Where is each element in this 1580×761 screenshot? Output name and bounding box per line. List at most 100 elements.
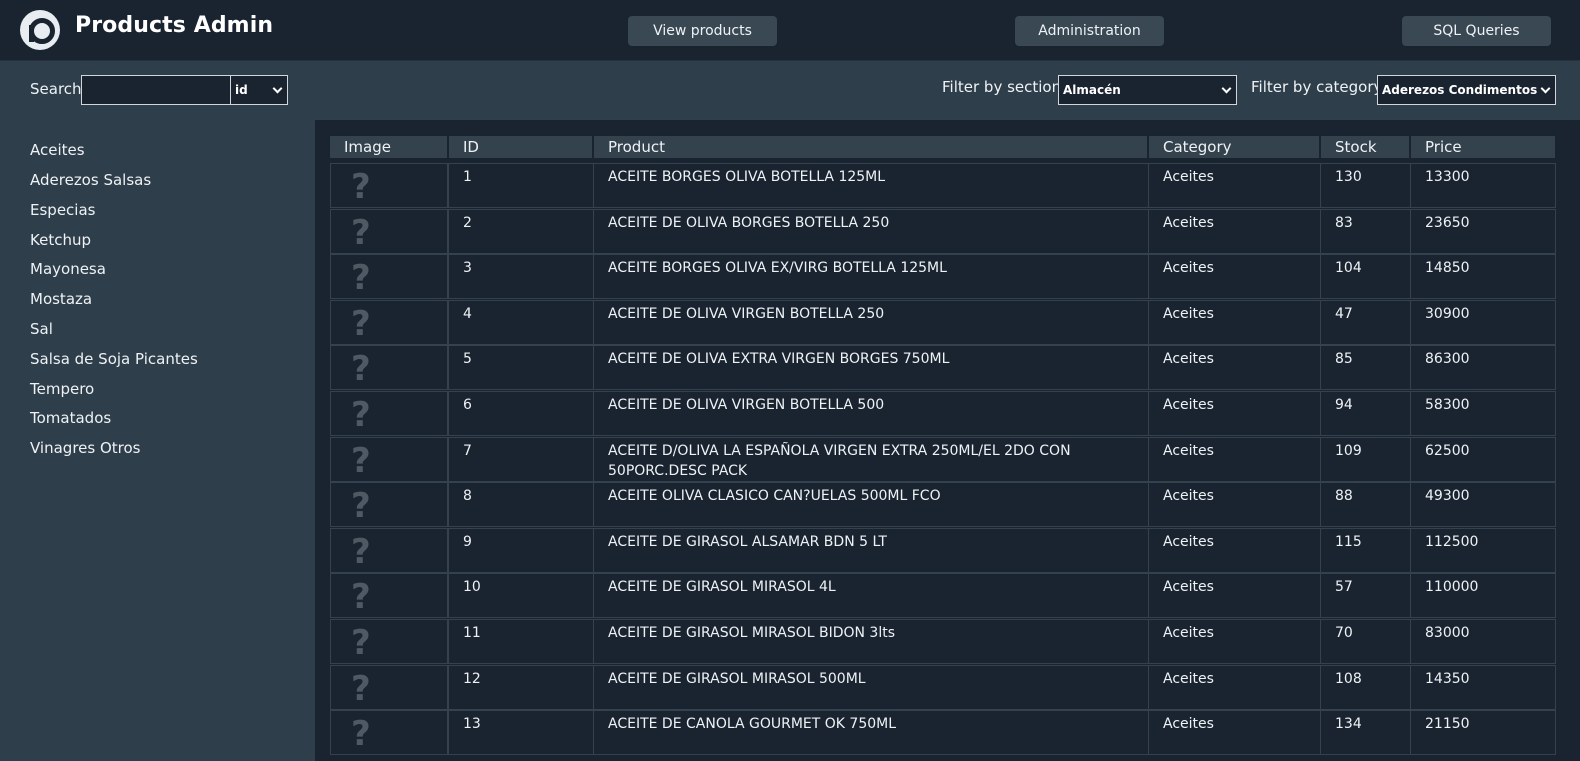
cell-product: ACEITE D/OLIVA LA ESPAÑOLA VIRGEN EXTRA … <box>593 437 1149 482</box>
image-placeholder-icon: ? <box>351 623 371 663</box>
column-header-stock: Stock <box>1321 136 1409 158</box>
column-header-price: Price <box>1411 136 1555 158</box>
administration-button[interactable]: Administration <box>1015 16 1164 46</box>
cell-id: 10 <box>448 573 594 618</box>
cell-stock: 83 <box>1320 209 1411 254</box>
cell-product: ACEITE BORGES OLIVA BOTELLA 125ML <box>593 163 1149 208</box>
sidebar-item-aceites[interactable]: Aceites <box>30 141 85 159</box>
cell-price: 14850 <box>1410 254 1556 299</box>
sidebar-item-vinagres-otros[interactable]: Vinagres Otros <box>30 439 141 457</box>
cell-product: ACEITE DE OLIVA VIRGEN BOTELLA 500 <box>593 391 1149 436</box>
products-panel: Image ID Product Category Stock Price ? 1… <box>315 120 1580 761</box>
image-placeholder-icon: ? <box>351 349 371 389</box>
search-input[interactable] <box>81 75 231 105</box>
sidebar-item-especias[interactable]: Especias <box>30 201 95 219</box>
top-bar: Products Admin View products Administrat… <box>0 0 1580 61</box>
image-placeholder-icon: ? <box>351 577 371 617</box>
image-placeholder-icon: ? <box>351 669 371 709</box>
image-placeholder-icon: ? <box>351 395 371 435</box>
cell-id: 8 <box>448 482 594 527</box>
section-filter-label: Filter by section <box>942 78 1062 96</box>
image-placeholder-icon: ? <box>351 486 371 526</box>
cell-price: 86300 <box>1410 345 1556 390</box>
cell-id: 1 <box>448 163 594 208</box>
column-header-id: ID <box>449 136 592 158</box>
app-logo-icon <box>20 10 60 50</box>
cell-stock: 108 <box>1320 665 1411 710</box>
cell-id: 11 <box>448 619 594 664</box>
cell-image: ? <box>330 619 448 664</box>
image-placeholder-icon: ? <box>351 714 371 754</box>
cell-stock: 115 <box>1320 528 1411 573</box>
cell-price: 14350 <box>1410 665 1556 710</box>
cell-id: 2 <box>448 209 594 254</box>
sidebar-item-sal[interactable]: Sal <box>30 320 53 338</box>
cell-stock: 47 <box>1320 300 1411 345</box>
cell-image: ? <box>330 528 448 573</box>
cell-category: Aceites <box>1148 665 1321 710</box>
cell-product: ACEITE BORGES OLIVA EX/VIRG BOTELLA 125M… <box>593 254 1149 299</box>
cell-price: 13300 <box>1410 163 1556 208</box>
cell-category: Aceites <box>1148 391 1321 436</box>
chevron-down-icon <box>1540 83 1551 94</box>
category-filter-label: Filter by category <box>1251 78 1383 96</box>
cell-stock: 57 <box>1320 573 1411 618</box>
image-placeholder-icon: ? <box>351 441 371 481</box>
image-placeholder-icon: ? <box>351 532 371 572</box>
search-label: Search <box>30 80 82 98</box>
sidebar-item-mayonesa[interactable]: Mayonesa <box>30 260 106 278</box>
sidebar-item-ketchup[interactable]: Ketchup <box>30 231 91 249</box>
cell-category: Aceites <box>1148 710 1321 755</box>
cell-price: 23650 <box>1410 209 1556 254</box>
cell-price: 49300 <box>1410 482 1556 527</box>
search-field-select[interactable]: id <box>230 75 288 105</box>
image-placeholder-icon: ? <box>351 213 371 253</box>
cell-id: 13 <box>448 710 594 755</box>
cell-stock: 94 <box>1320 391 1411 436</box>
sql-queries-button[interactable]: SQL Queries <box>1402 16 1551 46</box>
cell-product: ACEITE OLIVA CLASICO CAN?UELAS 500ML FCO <box>593 482 1149 527</box>
cell-product: ACEITE DE GIRASOL MIRASOL 4L <box>593 573 1149 618</box>
cell-category: Aceites <box>1148 209 1321 254</box>
cell-category: Aceites <box>1148 482 1321 527</box>
cell-price: 58300 <box>1410 391 1556 436</box>
sidebar-item-mostaza[interactable]: Mostaza <box>30 290 92 308</box>
cell-image: ? <box>330 573 448 618</box>
sidebar-item-salsa-de-soja-picantes[interactable]: Salsa de Soja Picantes <box>30 350 198 368</box>
sidebar-item-tempero[interactable]: Tempero <box>30 380 94 398</box>
cell-id: 7 <box>448 437 594 482</box>
image-placeholder-icon: ? <box>351 258 371 298</box>
category-filter-value: Aderezos Condimentos <box>1382 83 1538 97</box>
category-filter-select[interactable]: Aderezos Condimentos <box>1377 75 1556 105</box>
cell-image: ? <box>330 209 448 254</box>
cell-category: Aceites <box>1148 528 1321 573</box>
column-header-category: Category <box>1149 136 1319 158</box>
cell-price: 62500 <box>1410 437 1556 482</box>
section-filter-select[interactable]: Almacén <box>1058 75 1237 105</box>
cell-product: ACEITE DE CANOLA GOURMET OK 750ML <box>593 710 1149 755</box>
view-products-button[interactable]: View products <box>628 16 777 46</box>
cell-id: 4 <box>448 300 594 345</box>
cell-stock: 109 <box>1320 437 1411 482</box>
cell-category: Aceites <box>1148 573 1321 618</box>
cell-category: Aceites <box>1148 619 1321 664</box>
cell-id: 9 <box>448 528 594 573</box>
cell-product: ACEITE DE GIRASOL ALSAMAR BDN 5 LT <box>593 528 1149 573</box>
cell-category: Aceites <box>1148 254 1321 299</box>
cell-price: 21150 <box>1410 710 1556 755</box>
cell-category: Aceites <box>1148 300 1321 345</box>
cell-id: 6 <box>448 391 594 436</box>
sidebar-item-tomatados[interactable]: Tomatados <box>30 409 111 427</box>
cell-image: ? <box>330 345 448 390</box>
cell-price: 110000 <box>1410 573 1556 618</box>
cell-category: Aceites <box>1148 345 1321 390</box>
cell-product: ACEITE DE OLIVA VIRGEN BOTELLA 250 <box>593 300 1149 345</box>
app-title: Products Admin <box>75 13 274 38</box>
cell-product: ACEITE DE GIRASOL MIRASOL 500ML <box>593 665 1149 710</box>
cell-stock: 104 <box>1320 254 1411 299</box>
image-placeholder-icon: ? <box>351 304 371 344</box>
cell-price: 83000 <box>1410 619 1556 664</box>
sidebar-item-aderezos-salsas[interactable]: Aderezos Salsas <box>30 171 151 189</box>
cell-product: ACEITE DE OLIVA EXTRA VIRGEN BORGES 750M… <box>593 345 1149 390</box>
cell-id: 5 <box>448 345 594 390</box>
